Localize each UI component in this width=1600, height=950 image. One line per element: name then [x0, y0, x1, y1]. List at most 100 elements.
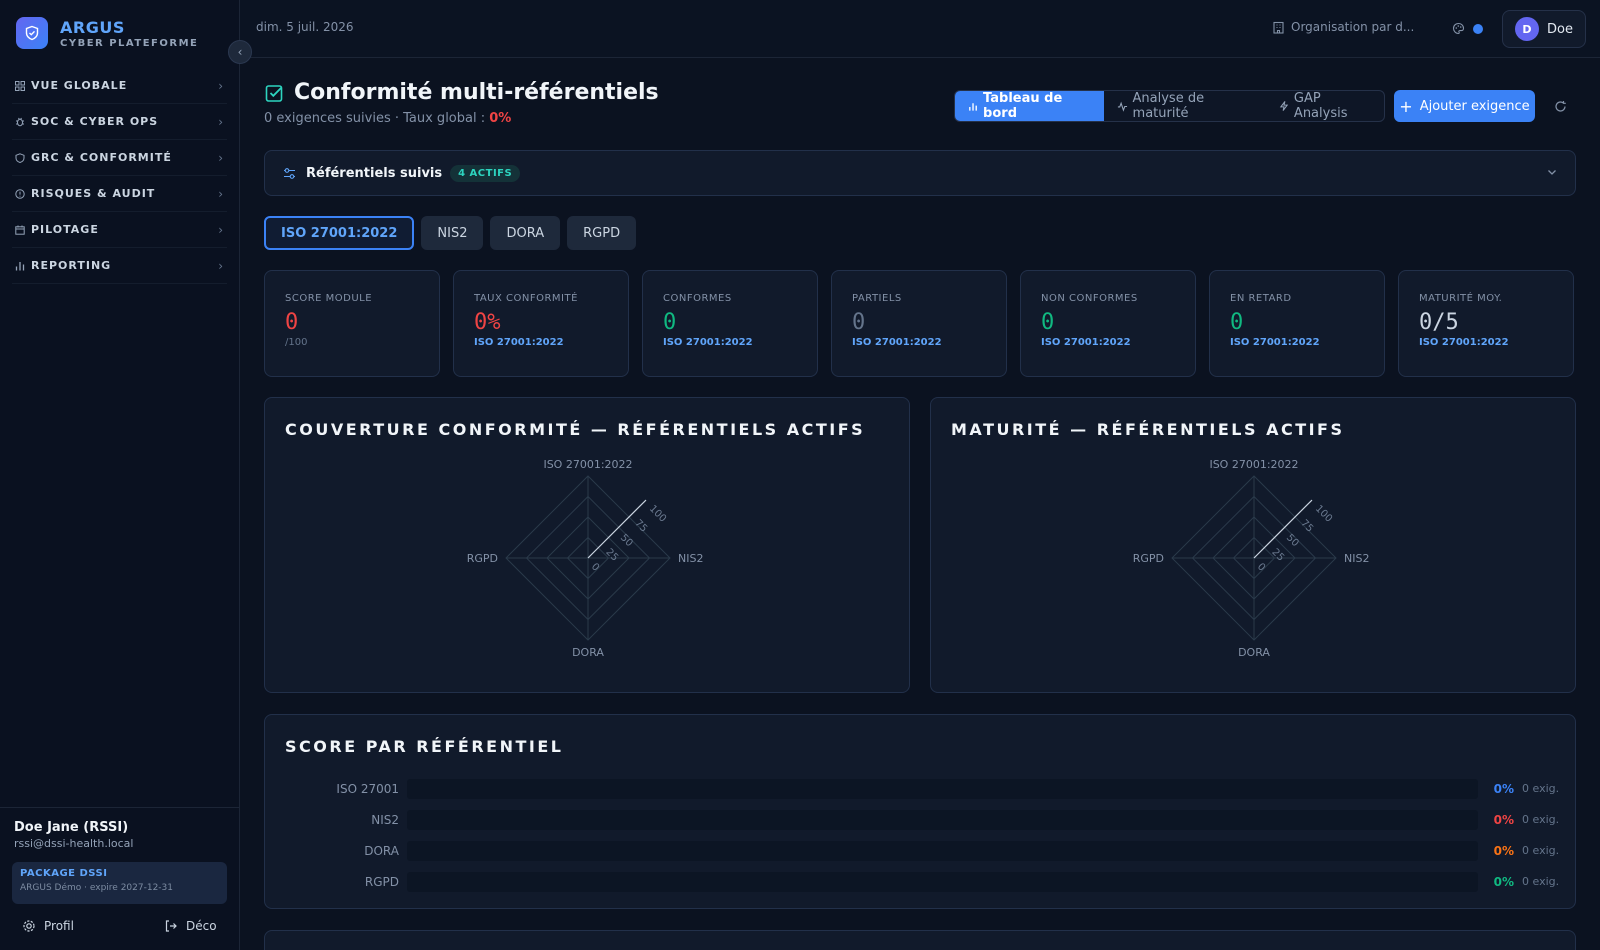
score-bars: ISO 27001 0% 0 exig. NIS2 0% 0 exig. DORA 0% 0 e…: [265, 773, 1577, 897]
tab-maturity-label: Analyse de maturité: [1132, 91, 1205, 121]
kpi-footnote: ISO 27001:2022: [852, 337, 942, 348]
sidebar-item-label: SOC & CYBER OPS: [31, 115, 159, 128]
sidebar-item-vue-globale[interactable]: VUE GLOBALE ›: [12, 68, 227, 104]
kpi-value: 0: [1230, 310, 1244, 335]
user-block: Doe Jane (RSSI) rssi@dssi-health.local: [0, 807, 239, 850]
profile-button[interactable]: Profil: [22, 915, 74, 937]
status-dot: [1473, 23, 1483, 34]
radar-tick-label: 75: [632, 518, 649, 535]
radar-tick-label: 75: [1298, 518, 1315, 535]
bar-category-label: DORA: [364, 843, 399, 858]
maturity-radar-title: MATURITÉ — RÉFÉRENTIELS ACTIFS: [951, 420, 1345, 439]
gear-icon: [23, 920, 35, 932]
palette-icon: [1452, 22, 1465, 35]
kpi-value: 0: [285, 310, 299, 335]
radar-tick-label: 0: [1255, 561, 1267, 573]
tab-dashboard[interactable]: Tableau de bord: [955, 91, 1104, 121]
tab-gap-analysis-label: GAP Analysis: [1293, 91, 1348, 121]
kpi-card: MATURITÉ MOY. 0/5 ISO 27001:2022: [1398, 270, 1574, 377]
tab-maturity[interactable]: Analyse de maturité: [1104, 91, 1266, 121]
user-name: Doe Jane (RSSI): [14, 820, 129, 835]
organization-name: Organisation par d...: [1291, 20, 1415, 34]
chip-nis2[interactable]: NIS2: [421, 216, 484, 250]
chip-rgpd[interactable]: RGPD: [567, 216, 637, 250]
radar-axis-label: RGPD: [467, 552, 498, 565]
activity-icon: [1117, 101, 1127, 112]
logout-icon: [165, 920, 177, 932]
sidebar-item-pilotage[interactable]: PILOTAGE ›: [12, 212, 227, 248]
bar-count-label: 0 exig.: [1522, 875, 1560, 888]
radar-axis-label: RGPD: [1133, 552, 1164, 565]
kpi-card: SCORE MODULE 0/100: [264, 270, 440, 377]
kpi-value: 0%: [474, 310, 501, 335]
kpi-label: CONFORMES: [663, 293, 732, 304]
sliders-icon: [284, 167, 295, 179]
page-subtitle-text: 0 exigences suivies · Taux global :: [264, 111, 490, 126]
referential-chips: ISO 27001:2022 NIS2 DORA RGPD: [264, 216, 643, 250]
bar-row: DORA 0% 0 exig.: [265, 835, 1577, 866]
radar-tick-label: 100: [1313, 503, 1334, 524]
kpi-card: NON CONFORMES 0 ISO 27001:2022: [1020, 270, 1196, 377]
kpi-card: CONFORMES 0 ISO 27001:2022: [642, 270, 818, 377]
radar-tick-label: 50: [1284, 532, 1301, 549]
chevron-down-icon: [1548, 170, 1556, 175]
sidebar-item-grc-conformit[interactable]: GRC & CONFORMITÉ ›: [12, 140, 227, 176]
sidebar-nav: VUE GLOBALE › SOC & CYBER OPS › GRC & CONFOR…: [0, 68, 239, 284]
referentials-panel-toggle[interactable]: Référentiels suivis 4 ACTIFS: [264, 150, 1576, 196]
package-subtitle: ARGUS Démo · expire 2027-12-31: [20, 883, 173, 893]
logout-button[interactable]: Déco: [164, 915, 217, 937]
kpi-value: 0: [663, 310, 677, 335]
radar-axis-label: NIS2: [678, 552, 703, 565]
kpi-label: EN RETARD: [1230, 293, 1292, 304]
chevron-right-icon: ›: [218, 114, 223, 129]
page-title-text: Conformité multi-référentiels: [294, 80, 659, 105]
kpi-value: 0/5: [1419, 310, 1459, 335]
brand[interactable]: ARGUS CYBER PLATEFORME: [16, 16, 198, 50]
refresh-button[interactable]: [1550, 96, 1570, 116]
chevron-right-icon: ›: [218, 78, 223, 93]
score-by-referential-title: SCORE PAR RÉFÉRENTIEL: [285, 737, 564, 756]
lightning-icon: [1279, 101, 1289, 111]
kpi-footnote: ISO 27001:2022: [663, 337, 753, 348]
bar-row: ISO 27001 0% 0 exig.: [265, 773, 1577, 804]
radar-axis-label: NIS2: [1344, 552, 1369, 565]
chevron-right-icon: ›: [218, 222, 223, 237]
bar-chart-icon: [969, 102, 977, 111]
page-subtitle: 0 exigences suivies · Taux global : 0%: [264, 111, 511, 126]
sidebar: ARGUS CYBER PLATEFORME VUE GLOBALE › SOC &…: [0, 0, 240, 950]
user-menu-button[interactable]: D Doe: [1502, 10, 1586, 48]
sidebar-item-soc-cyber-ops[interactable]: SOC & CYBER OPS ›: [12, 104, 227, 140]
tab-gap-analysis[interactable]: GAP Analysis: [1266, 91, 1384, 121]
add-requirement-button[interactable]: + Ajouter exigence: [1394, 90, 1535, 122]
theme-toggle[interactable]: [1452, 22, 1483, 35]
sidebar-item-reporting[interactable]: REPORTING ›: [12, 248, 227, 284]
chip-iso-27001-2022[interactable]: ISO 27001:2022: [264, 216, 415, 250]
kpi-footnote: ISO 27001:2022: [1041, 337, 1131, 348]
kpi-label: SCORE MODULE: [285, 293, 373, 304]
sidebar-item-risques-audit[interactable]: RISQUES & AUDIT ›: [12, 176, 227, 212]
active-count-badge: 4 ACTIFS: [450, 164, 521, 182]
kpi-footnote: ISO 27001:2022: [1419, 337, 1509, 348]
collapse-sidebar-button[interactable]: ‹: [228, 40, 252, 64]
kpi-card: TAUX CONFORMITÉ 0% ISO 27001:2022: [453, 270, 629, 377]
kpi-value: 0: [852, 310, 866, 335]
sidebar-item-label: RISQUES & AUDIT: [31, 187, 156, 200]
bar-category-label: RGPD: [364, 874, 399, 889]
shield-icon: [15, 152, 25, 163]
brand-subtitle: CYBER PLATEFORME: [60, 37, 199, 49]
package-card[interactable]: PACKAGE DSSI ARGUS Démo · expire 2027-12…: [12, 862, 227, 904]
kpi-card: EN RETARD 0 ISO 27001:2022: [1209, 270, 1385, 377]
coverage-radar-title: COUVERTURE CONFORMITÉ — RÉFÉRENTIELS ACT…: [285, 420, 866, 439]
chip-dora[interactable]: DORA: [490, 216, 561, 250]
topbar: dim. 5 juil. 2026 Organisation par d... …: [240, 0, 1600, 58]
score-by-referential-panel: SCORE PAR RÉFÉRENTIEL ISO 27001 0% 0 exig.…: [264, 714, 1576, 909]
kpi-card: PARTIELS 0 ISO 27001:2022: [831, 270, 1007, 377]
global-rate: 0%: [489, 111, 512, 126]
radar-axis-label: ISO 27001:2022: [543, 458, 632, 471]
organization-selector[interactable]: Organisation par d...: [1272, 20, 1414, 34]
page-title: Conformité multi-référentiels: [264, 80, 659, 105]
checkbox-check-icon: [265, 84, 283, 102]
radar-tick-label: 50: [618, 532, 635, 549]
user-menu-name: Doe: [1547, 21, 1573, 37]
profile-label: Profil: [44, 919, 74, 933]
